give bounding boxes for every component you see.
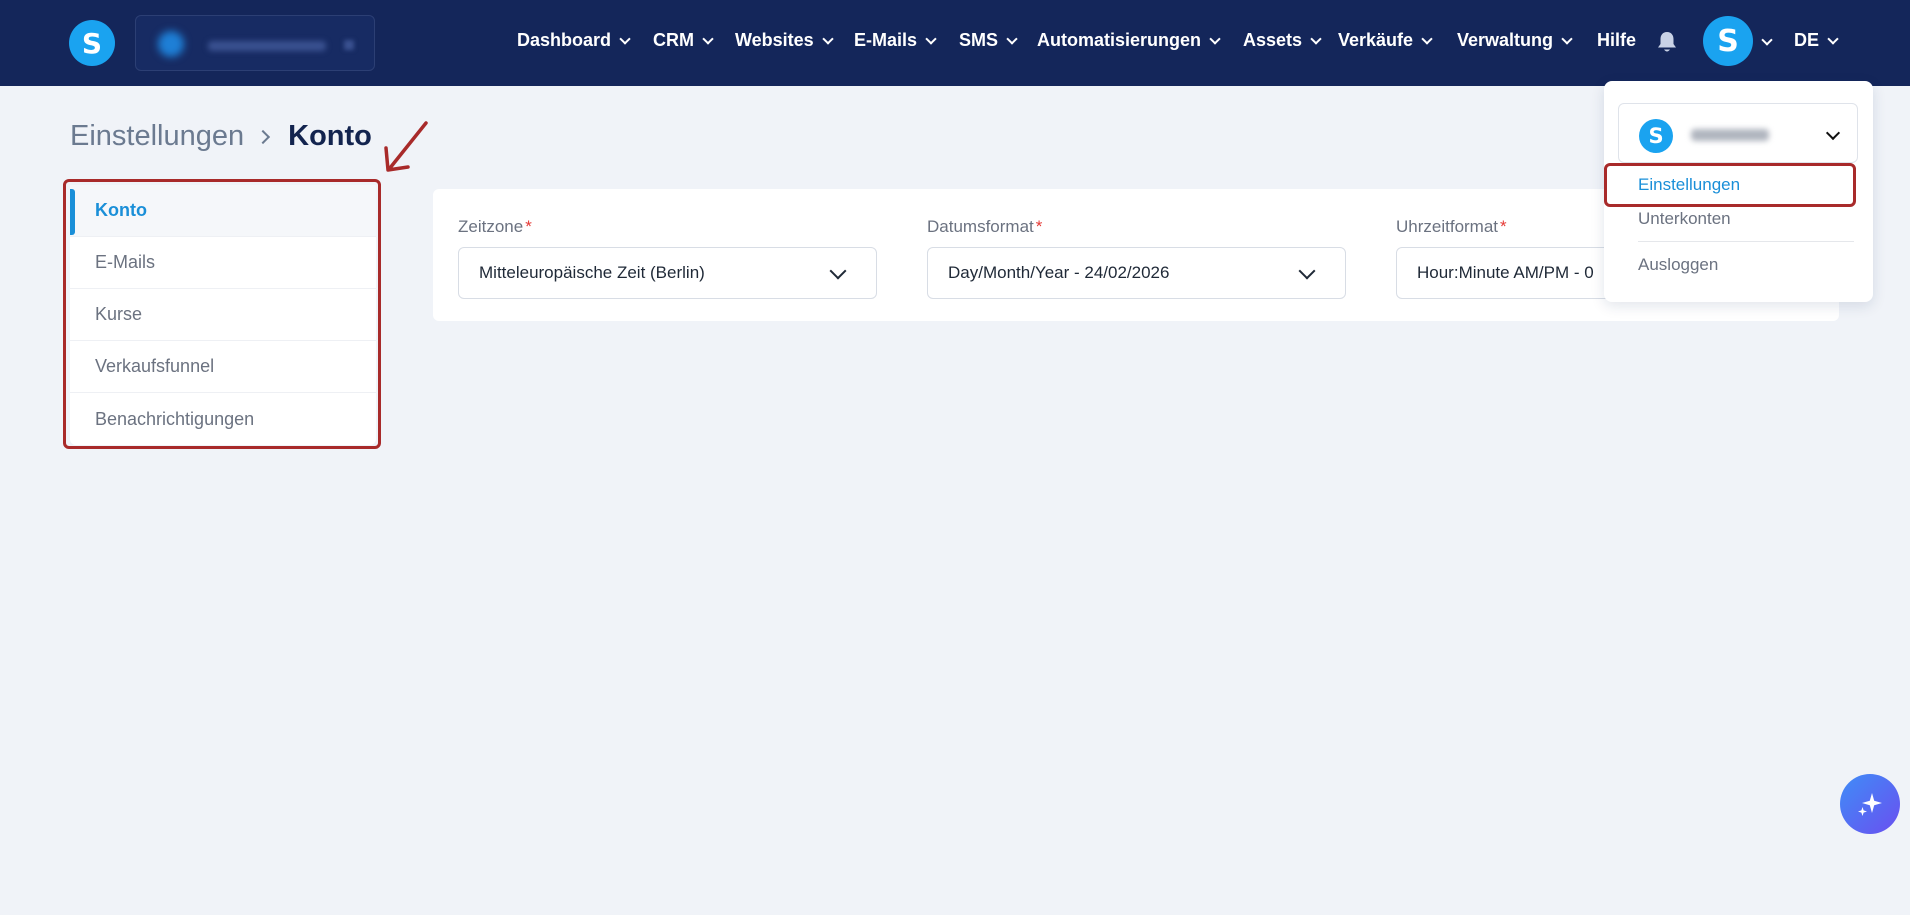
- language-label: DE: [1794, 30, 1820, 50]
- sparkle-icon: [1858, 793, 1882, 816]
- chevron-down-icon: [822, 32, 834, 45]
- nav-verkaeufe[interactable]: Verkäufe: [1338, 30, 1433, 51]
- chevron-right-icon: [256, 129, 271, 144]
- nav-sms[interactable]: SMS: [959, 30, 1018, 51]
- timezone-label: Zeitzone *: [458, 217, 877, 239]
- required-mark: *: [1035, 217, 1043, 236]
- nav-hilfe[interactable]: Hilfe: [1597, 30, 1636, 51]
- sidebar-item-label: Benachrichtigungen: [95, 408, 255, 429]
- select-value: Mitteleuropäische Zeit (Berlin): [479, 263, 705, 282]
- user-avatar[interactable]: S: [1703, 16, 1753, 66]
- nav-automatisierungen[interactable]: Automatisierungen: [1037, 30, 1221, 51]
- breadcrumb-parent[interactable]: Einstellungen: [70, 120, 244, 153]
- settings-sidebar: Konto E-Mails Kurse Verkaufsfunnel Benac…: [70, 185, 376, 445]
- field-label-text: Zeitzone: [458, 217, 524, 236]
- chevron-down-icon: [1827, 32, 1839, 45]
- required-mark: *: [525, 217, 532, 236]
- chevron-down-icon: [344, 40, 354, 50]
- sidebar-item-label: Konto: [95, 200, 147, 220]
- app-logo[interactable]: S: [69, 20, 115, 66]
- language-selector[interactable]: DE: [1794, 30, 1839, 51]
- sidebar-item-kurse[interactable]: Kurse: [70, 289, 376, 341]
- top-navigation-bar: S Dashboard CRM Websites E-Mails SMS Aut…: [0, 0, 1910, 86]
- required-mark: *: [1500, 217, 1507, 236]
- chevron-down-icon: [829, 262, 847, 280]
- nav-label: Websites: [735, 30, 814, 50]
- field-label-text: Datumsformat: [927, 217, 1034, 236]
- page-title: Konto: [288, 120, 372, 152]
- annotation-arrow-icon: [384, 121, 428, 172]
- chevron-down-icon: [1298, 262, 1316, 280]
- breadcrumb: Einstellungen Konto: [70, 120, 372, 153]
- nav-dashboard[interactable]: Dashboard: [517, 30, 631, 51]
- select-value: Hour:Minute AM/PM - 0: [1417, 263, 1594, 282]
- nav-label: Dashboard: [517, 30, 612, 50]
- nav-label: CRM: [653, 30, 694, 50]
- chevron-down-icon: [702, 32, 714, 45]
- nav-websites[interactable]: Websites: [735, 30, 834, 51]
- nav-label: Hilfe: [1597, 30, 1637, 50]
- account-name-blurred: [1691, 129, 1769, 141]
- timezone-select[interactable]: Mitteleuropäische Zeit (Berlin): [458, 247, 877, 299]
- sidebar-item-verkaufsfunnel[interactable]: Verkaufsfunnel: [70, 341, 376, 393]
- field-label-text: Uhrzeitformat: [1396, 217, 1499, 236]
- select-value: Day/Month/Year - 24/02/2026: [948, 263, 1170, 282]
- nav-label: Automatisierungen: [1037, 30, 1202, 50]
- nav-assets[interactable]: Assets: [1243, 30, 1322, 51]
- account-logo: S: [1639, 119, 1673, 153]
- account-switcher[interactable]: [135, 15, 375, 71]
- sidebar-item-konto[interactable]: Konto: [70, 185, 376, 237]
- sidebar-item-benachrichtigungen[interactable]: Benachrichtigungen: [70, 393, 376, 445]
- sidebar-item-label: Verkaufsfunnel: [95, 356, 215, 376]
- sidebar-item-label: Kurse: [95, 304, 143, 324]
- user-dropdown-menu: S Einstellungen Unterkonten Ausloggen: [1604, 81, 1873, 302]
- nav-crm[interactable]: CRM: [653, 30, 714, 51]
- nav-label: Assets: [1243, 30, 1303, 50]
- menu-item-ausloggen[interactable]: Ausloggen: [1638, 255, 1718, 275]
- ai-assistant-button[interactable]: [1840, 774, 1900, 834]
- chevron-down-icon: [1310, 32, 1322, 45]
- chevron-down-icon: [1561, 32, 1573, 45]
- chevron-down-icon: [925, 32, 937, 45]
- nav-label: Verwaltung: [1457, 30, 1554, 50]
- menu-divider: [1638, 241, 1854, 242]
- chevron-down-icon: [1421, 32, 1433, 45]
- dropdown-account-selector[interactable]: S: [1618, 103, 1858, 163]
- bell-icon[interactable]: [1656, 30, 1678, 54]
- menu-item-unterkonten[interactable]: Unterkonten: [1638, 209, 1731, 229]
- nav-label: Verkäufe: [1338, 30, 1414, 50]
- sidebar-item-label: E-Mails: [95, 252, 156, 272]
- chevron-down-icon: [1006, 32, 1018, 45]
- nav-verwaltung[interactable]: Verwaltung: [1457, 30, 1573, 51]
- account-avatar-blurred: [158, 31, 184, 57]
- timezone-field: Zeitzone * Mitteleuropäische Zeit (Berlin…: [458, 217, 877, 299]
- chevron-down-icon[interactable]: [1761, 34, 1773, 46]
- sidebar-item-emails[interactable]: E-Mails: [70, 237, 376, 289]
- chevron-down-icon: [1825, 125, 1841, 141]
- account-name-blurred: [208, 41, 326, 51]
- nav-emails[interactable]: E-Mails: [854, 30, 937, 51]
- chevron-down-icon: [619, 32, 631, 45]
- nav-label: SMS: [959, 30, 999, 50]
- chevron-down-icon: [1209, 32, 1221, 45]
- date-format-label: Datumsformat *: [927, 217, 1346, 239]
- date-format-field: Datumsformat * Day/Month/Year - 24/02/202…: [927, 217, 1346, 299]
- date-format-select[interactable]: Day/Month/Year - 24/02/2026: [927, 247, 1346, 299]
- menu-item-einstellungen[interactable]: Einstellungen: [1638, 175, 1740, 195]
- nav-label: E-Mails: [854, 30, 918, 50]
